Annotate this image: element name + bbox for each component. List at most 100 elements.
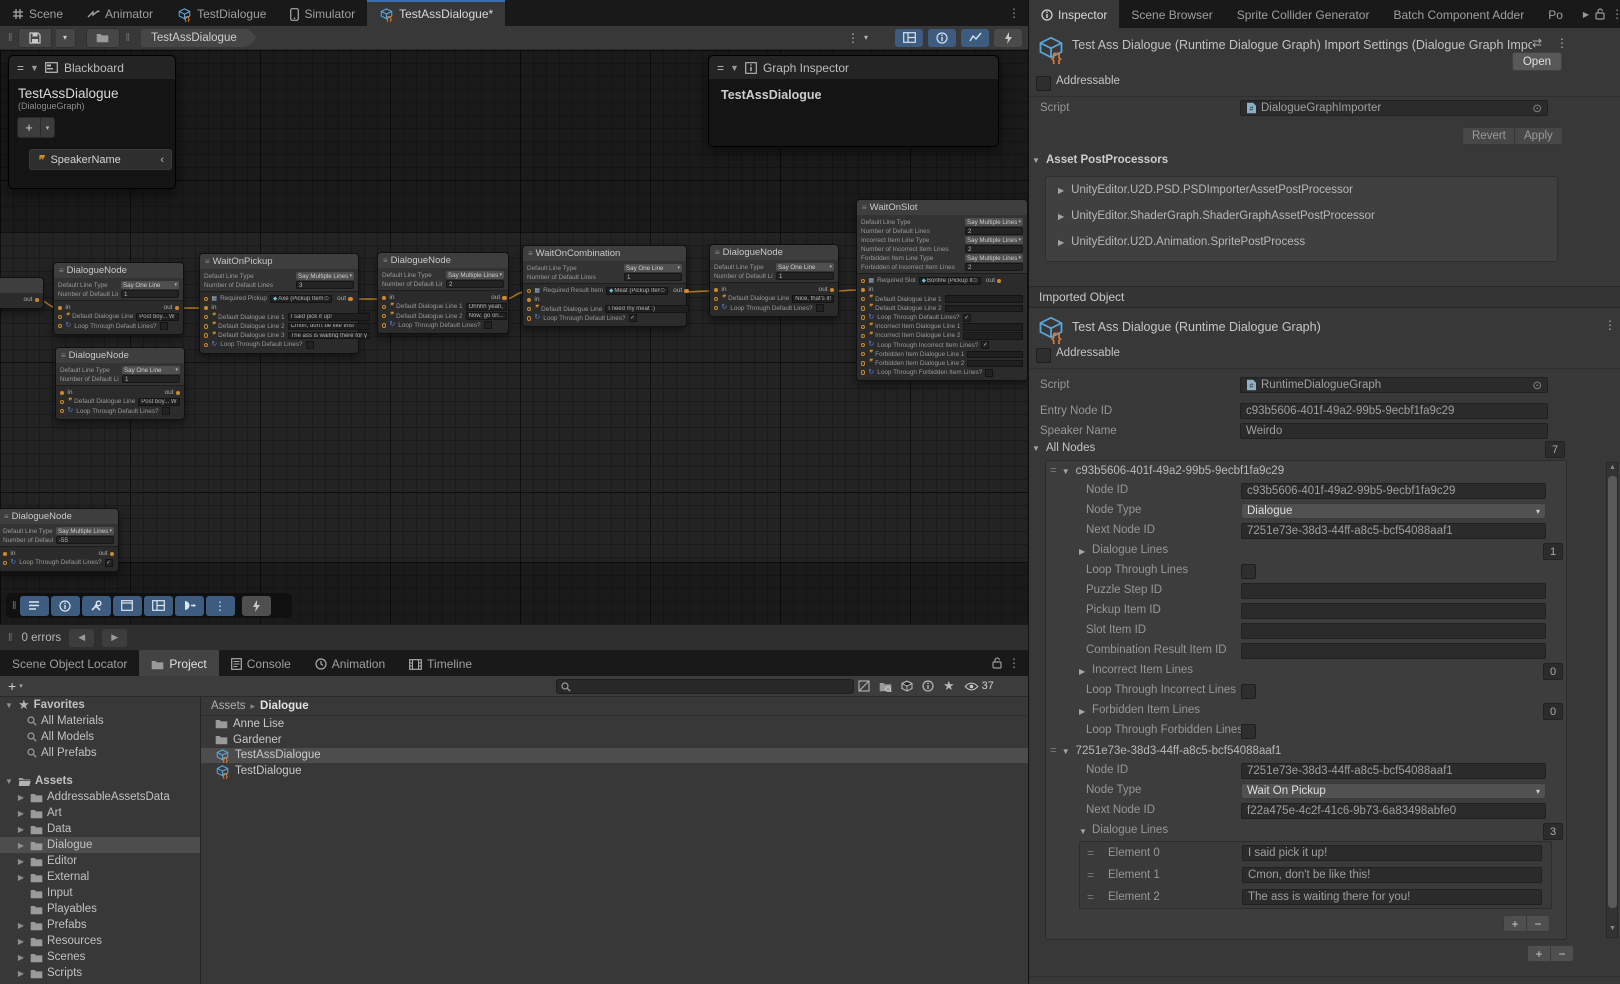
element-value-field[interactable]: Cmon, don't be like this! — [1242, 867, 1542, 883]
open-button[interactable]: Open — [1512, 52, 1562, 71]
row-value-field[interactable]: f22a475e-4c2f-41c6-9b73-6a83498abfe0 — [1241, 803, 1546, 819]
element-row[interactable]: =Element 0I said pick it up! — [1080, 842, 1551, 864]
dock-tab-console[interactable]: Console — [219, 650, 303, 676]
drag-handle-icon[interactable]: = — [1050, 465, 1056, 477]
row-checkbox[interactable] — [1241, 724, 1256, 739]
favorite-item-all-materials[interactable]: All Materials — [0, 713, 200, 729]
expand-arrow-icon[interactable]: ▶ — [16, 793, 26, 802]
tree-folder-scenes[interactable]: ▶Scenes — [0, 949, 200, 965]
graph-node-dialoguenode-4[interactable]: ≡DialogueNodeDefault Line TypeSay Multip… — [377, 252, 509, 334]
property-dropdown[interactable]: Say Multiple Lines▾ — [965, 218, 1023, 226]
panels-toggle-button[interactable] — [895, 29, 923, 47]
element-row[interactable]: =Element 1Cmon, don't be like this! — [1080, 864, 1551, 886]
expand-arrow-icon[interactable]: ▶ — [1058, 186, 1064, 195]
checkbox[interactable] — [306, 341, 314, 349]
kebab-button[interactable]: ⋮ — [206, 596, 235, 616]
line-text-field[interactable] — [963, 332, 1023, 340]
lock-icon[interactable] — [992, 657, 1002, 669]
property-dropdown[interactable]: Say One Line▾ — [122, 366, 180, 374]
property-dropdown[interactable]: Say Multiple Lines▾ — [446, 271, 504, 279]
tree-folder-addressableassetsdata[interactable]: ▶AddressableAssetsData — [0, 789, 200, 805]
node-foldout-header[interactable]: =▼c93b5606-401f-49a2-99b5-9ecbf1fa9c29 — [1046, 461, 1566, 481]
output-port[interactable]: out — [819, 286, 835, 293]
collapse-icon[interactable]: ‹ — [160, 154, 164, 166]
tree-favorites-header[interactable]: ▼★Favorites — [0, 697, 200, 713]
foldout-icon[interactable]: ▼ — [4, 777, 14, 786]
toolbar-more-icon[interactable]: ⋮ — [847, 31, 859, 45]
expand-arrow-icon[interactable]: ▶ — [16, 825, 26, 834]
dock-tab-scene-object-locator[interactable]: Scene Object Locator — [0, 650, 139, 676]
project-folder-tree[interactable]: ▼★FavoritesAll MaterialsAll ModelsAll Pr… — [0, 697, 200, 984]
expand-arrow-icon[interactable]: ▶ — [16, 953, 26, 962]
file-anne-lise[interactable]: Anne Lise — [201, 716, 1028, 732]
graph-node-waitonpickup-3[interactable]: ≡WaitOnPickupDefault Line TypeSay Multip… — [199, 253, 359, 354]
pane-menu-icon[interactable]: ⋮ — [1008, 656, 1020, 670]
project-search-field[interactable] — [556, 679, 854, 694]
tree-folder-input[interactable]: Input — [0, 885, 200, 901]
save-button[interactable] — [18, 28, 52, 48]
node-collapse-icon[interactable]: ≡ — [715, 248, 720, 257]
toolbar-dropdown-icon[interactable]: ▾ — [864, 33, 868, 42]
blackboard-panel[interactable]: = ▼ Blackboard TestAssDialogue (Dialogue… — [8, 55, 176, 189]
chart-toggle-button[interactable] — [961, 29, 989, 47]
tab-scene[interactable]: Scene — [0, 0, 75, 26]
tab-testdialogue[interactable]: {}TestDialogue — [165, 0, 278, 26]
expand-arrow-icon[interactable]: ▶ — [1058, 238, 1064, 247]
tab-testassdialogue-[interactable]: {}TestAssDialogue* — [367, 0, 505, 26]
row-value-field[interactable] — [1241, 603, 1546, 619]
expand-arrow-icon[interactable]: ▶ — [16, 873, 26, 882]
dock-tab-timeline[interactable]: Timeline — [397, 650, 484, 676]
tree-folder-data[interactable]: ▶Data — [0, 821, 200, 837]
property-value-field[interactable]: 2 — [965, 227, 1023, 235]
expand-arrow-icon[interactable]: ▶ — [16, 841, 26, 850]
node-collapse-icon[interactable]: ≡ — [59, 266, 64, 275]
checkbox[interactable] — [160, 322, 168, 330]
expand-arrow-icon[interactable]: ▶ — [16, 809, 26, 818]
line-text-field[interactable]: Now, go on... — [466, 312, 507, 320]
output-port[interactable]: out — [986, 277, 1002, 284]
postprocessor-row[interactable]: ▶UnityEditor.ShaderGraph.ShaderGraphAsse… — [1046, 203, 1557, 229]
checkbox[interactable]: ✓ — [963, 314, 971, 322]
tab-inspector[interactable]: Inspector — [1029, 0, 1119, 28]
foldout-icon[interactable]: ▼ — [1062, 747, 1070, 756]
tree-folder-resources[interactable]: ▶Resources — [0, 933, 200, 949]
tree-folder-prefabs[interactable]: ▶Prefabs — [0, 917, 200, 933]
output-port[interactable]: out — [163, 304, 179, 311]
graph-inspector-header[interactable]: = ▼ Graph Inspector — [709, 56, 998, 79]
add-property-dropdown[interactable]: ▾ — [41, 117, 55, 138]
object-picker-icon[interactable]: ⊙ — [1532, 101, 1542, 115]
revert-button[interactable]: Revert — [1462, 127, 1516, 145]
row-value-field[interactable] — [1241, 583, 1546, 599]
show-in-project-button[interactable] — [86, 28, 120, 48]
star-icon[interactable]: ★ — [943, 678, 955, 694]
property-value-field[interactable]: 2 — [446, 280, 504, 288]
expand-arrow-icon[interactable]: ▶ — [16, 969, 26, 978]
tree-folder-external[interactable]: ▶External — [0, 869, 200, 885]
object-picker-icon[interactable]: ⊙ — [660, 287, 665, 294]
node-collapse-icon[interactable]: ≡ — [528, 249, 533, 258]
line-text-field[interactable] — [945, 295, 1023, 303]
node-collapse-icon[interactable]: ≡ — [61, 351, 66, 360]
row-value-field[interactable]: 7251e73e-38d3-44ff-a8c5-bcf54088aaf1 — [1241, 763, 1546, 779]
expand-arrow-icon[interactable]: ▶ — [16, 857, 26, 866]
tree-assets-root[interactable]: ▼Assets — [0, 773, 200, 789]
object-picker-icon[interactable]: ⊙ — [324, 295, 329, 302]
output-port[interactable]: out — [491, 294, 507, 301]
object-field[interactable]: ◆Meat (Pickup Item Data)⊙ — [606, 287, 668, 295]
foldout-icon[interactable]: ▼ — [730, 63, 739, 73]
output-port[interactable]: out — [23, 296, 39, 303]
dock-tab-project[interactable]: Project — [139, 650, 218, 676]
row-dropdown[interactable]: Dialogue▾ — [1241, 503, 1546, 519]
pane-menu-icon[interactable]: ⋮ — [1008, 6, 1020, 20]
expand-arrow-icon[interactable]: ▶ — [16, 937, 26, 946]
create-asset-button[interactable]: + — [8, 678, 16, 694]
project-file-list[interactable]: Assets ▸ Dialogue Anne LiseGardener{}Tes… — [201, 697, 1028, 984]
tab-sprite-collider-generator[interactable]: Sprite Collider Generator — [1225, 0, 1382, 28]
tab-scroll-icon[interactable]: ▶ — [1583, 10, 1589, 19]
row-checkbox[interactable] — [1241, 564, 1256, 579]
property-value-field[interactable]: 2 — [965, 245, 1023, 253]
node-foldout-header[interactable]: =▼7251e73e-38d3-44ff-a8c5-bcf54088aaf1 — [1046, 741, 1566, 761]
drag-handle-icon[interactable]: = — [1087, 868, 1093, 882]
info-toggle-button[interactable] — [928, 29, 956, 47]
create-asset-dropdown[interactable]: ▾ — [19, 682, 23, 690]
